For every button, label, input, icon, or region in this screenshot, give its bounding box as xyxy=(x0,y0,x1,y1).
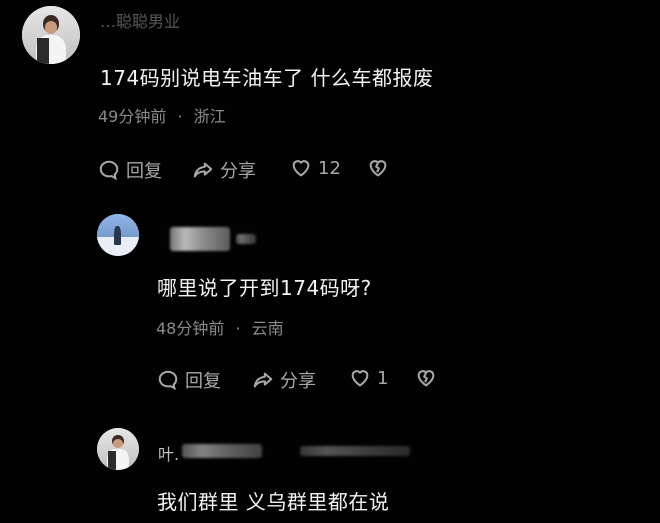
avatar-face xyxy=(113,438,123,449)
heart-icon xyxy=(290,157,312,179)
speech-bubble-icon xyxy=(157,369,179,391)
dislike-button[interactable] xyxy=(415,367,437,389)
avatar-face xyxy=(44,21,58,34)
share-button[interactable]: 分享 xyxy=(252,367,316,393)
broken-heart-icon xyxy=(415,367,437,389)
share-label: 分享 xyxy=(280,371,316,392)
comment-location: 云南 xyxy=(251,319,284,338)
avatar-shirt-detail xyxy=(107,451,117,470)
comment-time: 49分钟前 xyxy=(98,107,167,126)
share-arrow-icon xyxy=(252,369,274,391)
heart-icon xyxy=(349,367,371,389)
username[interactable]: …聪聪男业 xyxy=(100,8,180,32)
share-arrow-icon xyxy=(192,159,214,181)
meta-separator: · xyxy=(177,107,183,126)
like-count: 12 xyxy=(318,157,341,179)
dislike-button[interactable] xyxy=(367,157,389,179)
avatar[interactable] xyxy=(97,214,139,256)
reply-label: 回复 xyxy=(126,161,162,182)
like-button[interactable]: 12 xyxy=(290,157,341,179)
avatar-figure xyxy=(113,225,122,245)
username-blur-tail xyxy=(300,446,410,456)
comment-location: 浙江 xyxy=(193,107,226,126)
comment-meta: 48分钟前 · 云南 xyxy=(156,315,284,339)
reply-button[interactable]: 回复 xyxy=(98,157,162,183)
username[interactable]: 叶. xyxy=(158,441,179,465)
comment-text: 哪里说了开到174码呀? xyxy=(157,276,372,300)
like-button[interactable]: 1 xyxy=(349,367,388,389)
avatar-shirt-detail xyxy=(37,37,49,64)
avatar[interactable] xyxy=(22,6,80,64)
reply-label: 回复 xyxy=(185,371,221,392)
avatar[interactable] xyxy=(97,428,139,470)
like-count: 1 xyxy=(377,367,389,389)
comment-meta: 49分钟前 · 浙江 xyxy=(98,103,226,127)
comment-time: 48分钟前 xyxy=(156,319,225,338)
share-button[interactable]: 分享 xyxy=(192,157,256,183)
comment-text: 174码别说电车油车了 什么车都报废 xyxy=(100,66,434,90)
comment-text: 我们群里 义乌群里都在说 xyxy=(157,490,390,514)
speech-bubble-icon xyxy=(98,159,120,181)
broken-heart-icon xyxy=(367,157,389,179)
username-blur xyxy=(182,444,262,458)
username-blur xyxy=(170,227,230,251)
reply-button[interactable]: 回复 xyxy=(157,367,221,393)
meta-separator: · xyxy=(235,319,241,338)
username-blur-tail xyxy=(236,234,256,244)
share-label: 分享 xyxy=(220,161,256,182)
